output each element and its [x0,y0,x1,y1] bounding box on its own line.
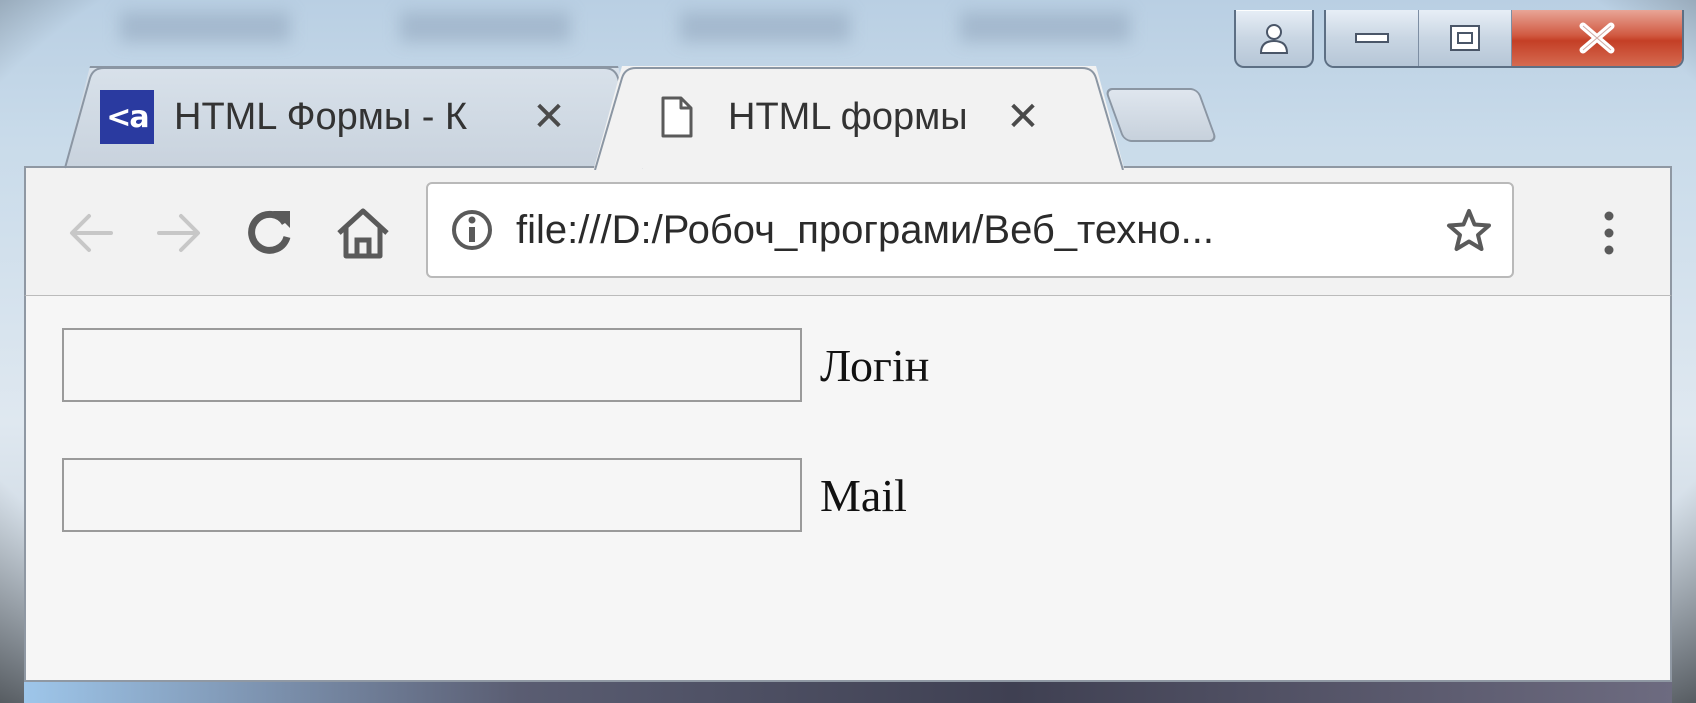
user-icon [1259,24,1289,54]
login-input[interactable] [62,328,802,402]
menu-button[interactable] [1574,198,1644,268]
address-bar[interactable]: file:///D:/Робоч_програми/Веб_техно... [426,182,1514,278]
reload-button[interactable] [234,198,304,268]
close-window-button[interactable] [1512,10,1682,66]
blurred-background-titles [120,12,1220,42]
profile-button[interactable] [1234,10,1314,68]
browser-toolbar: file:///D:/Робоч_програми/Веб_техно... [24,166,1672,296]
form-row-login: Логін [62,328,929,402]
url-text[interactable]: file:///D:/Робоч_програми/Веб_техно... [516,208,1214,253]
reload-icon [248,210,291,254]
form-row-mail: Mail [62,458,907,532]
back-button[interactable] [56,198,126,268]
page-icon [661,96,693,138]
maximize-button[interactable] [1419,10,1512,66]
mail-label: Mail [820,469,907,521]
login-label: Логін [820,339,930,391]
home-icon [337,208,389,259]
tab-close-icon[interactable]: ✕ [998,97,1048,137]
tab-close-icon[interactable]: ✕ [524,97,574,137]
tab-strip: <a HTML Формы - К ✕ HTML формы ✕ [24,66,1672,170]
new-tab-button[interactable] [1104,88,1218,142]
tab-html-forms[interactable]: HTML формы ✕ [660,66,1080,168]
minimize-button[interactable] [1326,10,1419,66]
tab-title: HTML Формы - К [174,95,468,138]
star-icon[interactable] [1446,208,1492,252]
taskbar-strip [24,682,1672,703]
site-favicon-icon: <a [100,90,154,144]
restore-icon [1450,25,1480,51]
page-content: Логін Mail [24,296,1672,682]
window-button-group [1324,10,1684,68]
more-vert-icon [1604,211,1614,255]
minimize-icon [1355,33,1389,43]
window-controls [1234,10,1684,68]
arrow-right-icon [157,214,200,252]
close-icon [1579,22,1615,54]
tab-title: HTML формы [728,95,968,138]
arrow-left-icon [70,214,113,252]
mail-input[interactable] [62,458,802,532]
home-button[interactable] [328,198,398,268]
forward-button[interactable] [144,198,214,268]
tab-html-forms-k[interactable]: <a HTML Формы - К ✕ [100,66,610,168]
info-icon[interactable] [450,208,494,252]
browser-window: <a HTML Формы - К ✕ HTML формы ✕ file://… [24,66,1672,682]
